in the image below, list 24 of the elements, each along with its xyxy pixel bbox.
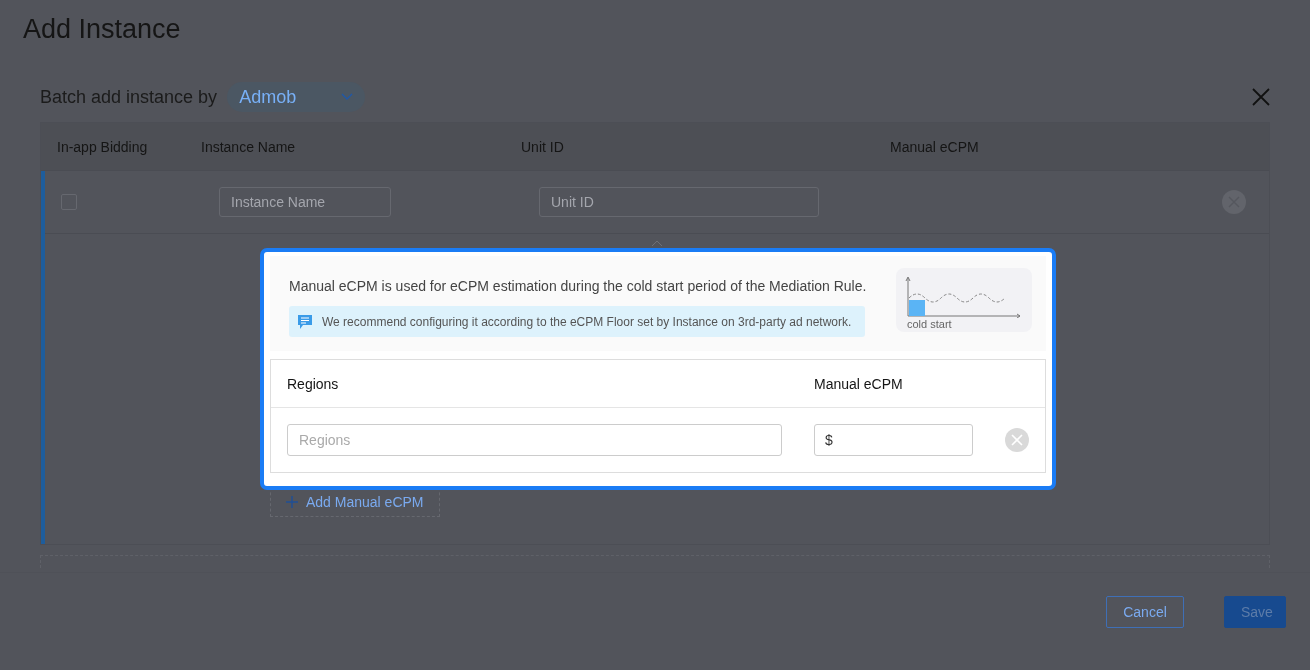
chevron-down-icon [341, 93, 354, 101]
chart-caption: cold start [907, 318, 952, 330]
tip-text: We recommend configuring it according to the eCPM Floor set by Instance on 3rd-party ad network. [322, 314, 852, 329]
column-header: Unit ID [521, 138, 565, 155]
column-header: Manual eCPM [890, 138, 979, 155]
caret-icon [651, 240, 663, 247]
page-title: Add Instance [22, 13, 182, 46]
column-header: Manual eCPM [814, 375, 903, 392]
network-select[interactable]: Admob [227, 82, 366, 112]
message-icon [297, 313, 313, 330]
column-header: Instance Name [201, 138, 297, 155]
column-header: Regions [287, 375, 340, 392]
cancel-button[interactable]: Cancel [1106, 596, 1184, 628]
regions-field[interactable]: Regions [287, 424, 782, 456]
close-icon[interactable] [1252, 88, 1270, 106]
batch-label: Batch add instance by [40, 86, 218, 108]
instance-name-field[interactable]: Instance Name [219, 187, 391, 217]
column-header: In-app Bidding [56, 138, 149, 155]
save-button[interactable]: Save [1224, 596, 1286, 628]
manual-ecpm-field[interactable]: $ [814, 424, 973, 456]
unit-id-field[interactable]: Unit ID [539, 187, 819, 217]
description-text: Manual eCPM is used for eCPM estimation during the cold start period of the Mediation Rule. [289, 278, 867, 294]
plus-icon [286, 496, 298, 508]
remove-icon[interactable] [1005, 428, 1029, 452]
